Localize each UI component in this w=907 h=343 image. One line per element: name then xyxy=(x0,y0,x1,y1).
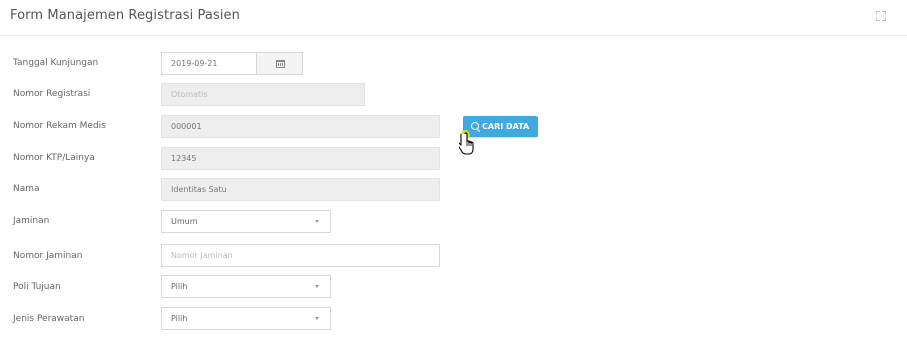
jenis-perawatan-select[interactable]: Pilih xyxy=(161,307,331,330)
jaminan-label: Jaminan xyxy=(13,216,50,226)
chevron-down-icon xyxy=(315,317,319,320)
nomor-jaminan-label: Nomor Jaminan xyxy=(13,251,83,261)
poli-tujuan-select[interactable]: Pilih xyxy=(161,275,331,298)
nomor-registrasi-label: Nomor Registrasi xyxy=(13,89,91,99)
poli-tujuan-selected-value: Pilih xyxy=(171,282,188,291)
cari-data-label: CARI DATA xyxy=(482,122,530,131)
nomor-ktp-label: Nomor KTP/Lainya xyxy=(13,153,95,163)
calendar-icon xyxy=(276,59,285,68)
fullscreen-icon[interactable] xyxy=(876,11,886,21)
form-header: Form Manajemen Registrasi Pasien xyxy=(0,0,907,36)
jenis-perawatan-selected-value: Pilih xyxy=(171,314,188,323)
jaminan-select[interactable]: Umum xyxy=(161,210,331,233)
poli-tujuan-label: Poli Tujuan xyxy=(13,282,61,292)
nama-input[interactable]: Identitas Satu xyxy=(161,178,440,201)
hand-cursor-icon xyxy=(459,130,474,155)
nomor-rekam-medis-input[interactable]: 000001 xyxy=(161,115,440,138)
chevron-down-icon xyxy=(315,285,319,288)
date-picker-button[interactable] xyxy=(257,52,303,75)
jenis-perawatan-label: Jenis Perawatan xyxy=(13,314,85,324)
jaminan-selected-value: Umum xyxy=(171,217,198,226)
nomor-rekam-medis-label: Nomor Rekam Medis xyxy=(13,121,106,131)
nomor-registrasi-input[interactable]: Otomatis xyxy=(161,83,365,106)
nama-label: Nama xyxy=(13,184,40,194)
chevron-down-icon xyxy=(315,220,319,223)
page-title: Form Manajemen Registrasi Pasien xyxy=(10,8,240,23)
tanggal-kunjungan-input[interactable]: 2019-09-21 xyxy=(161,52,257,75)
search-icon xyxy=(471,122,479,130)
nomor-jaminan-input[interactable]: Nomor Jaminan xyxy=(161,244,440,267)
tanggal-kunjungan-label: Tanggal Kunjungan xyxy=(13,58,99,68)
nomor-ktp-input[interactable]: 12345 xyxy=(161,147,440,170)
